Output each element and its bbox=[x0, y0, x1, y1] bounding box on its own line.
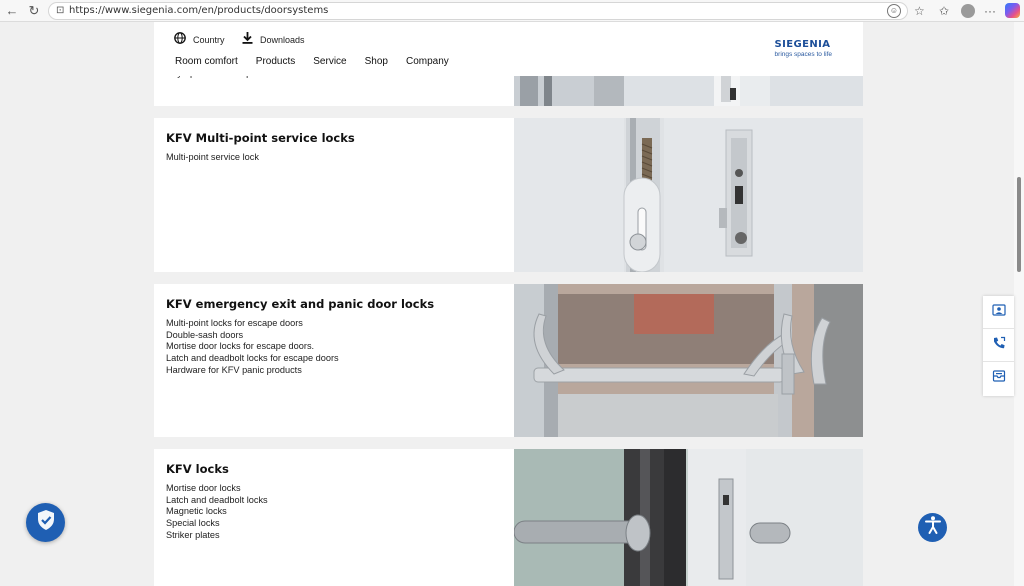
card-item[interactable]: Double-sash doors bbox=[166, 330, 506, 342]
phone-button[interactable] bbox=[983, 329, 1014, 362]
country-selector[interactable]: Country bbox=[174, 32, 225, 47]
shield-check-icon bbox=[36, 509, 56, 536]
card-item[interactable]: Magnetic locks bbox=[166, 506, 506, 518]
page-viewport: Key-operated multi-point locks Country bbox=[0, 22, 1014, 586]
product-card-multipoint-service-locks[interactable]: KFV Multi-point service locks Multi-poin… bbox=[154, 118, 863, 272]
card-item[interactable]: Hardware for KFV panic products bbox=[166, 365, 506, 377]
site-header: Country Downloads Room comfort Products … bbox=[154, 22, 863, 76]
main-navigation: Room comfort Products Service Shop Compa… bbox=[175, 56, 449, 67]
contact-card-button[interactable] bbox=[983, 296, 1014, 329]
back-icon[interactable]: ← bbox=[4, 3, 20, 19]
logo-tagline: brings spaces to life bbox=[774, 51, 832, 58]
favorite-icon[interactable]: ☆ bbox=[914, 3, 925, 19]
globe-icon bbox=[174, 32, 186, 47]
product-card-emergency-exit-panic-locks[interactable]: KFV emergency exit and panic door locks … bbox=[154, 284, 863, 437]
card-item[interactable]: Multi-point locks for escape doors bbox=[166, 318, 506, 330]
card-item[interactable]: Mortise door locks for escape doors. bbox=[166, 341, 506, 353]
card-title[interactable]: KFV locks bbox=[166, 462, 506, 476]
reload-icon[interactable]: ↻ bbox=[26, 3, 42, 19]
product-image-kfv-locks bbox=[514, 449, 863, 586]
card-title[interactable]: KFV emergency exit and panic door locks bbox=[166, 297, 506, 311]
page-scrollbar[interactable] bbox=[1014, 22, 1024, 586]
product-image-multipoint-service-locks bbox=[514, 118, 863, 272]
product-image-panic-bar bbox=[514, 284, 863, 437]
mail-button[interactable] bbox=[983, 362, 1014, 395]
reader-mode-icon[interactable]: ☺ bbox=[887, 4, 901, 18]
download-icon bbox=[242, 32, 253, 47]
card-item[interactable]: Latch and deadbolt locks bbox=[166, 495, 506, 507]
phone-icon bbox=[992, 336, 1006, 355]
downloads-label[interactable]: Downloads bbox=[260, 35, 305, 45]
card-item[interactable]: Striker plates bbox=[166, 530, 506, 542]
more-menu-icon[interactable]: ··· bbox=[984, 3, 996, 19]
card-item[interactable]: Multi-point service lock bbox=[166, 152, 506, 164]
card-item[interactable]: Special locks bbox=[166, 518, 506, 530]
address-bar[interactable]: ⊡ https://www.siegenia.com/en/products/d… bbox=[48, 2, 908, 20]
mail-icon bbox=[992, 369, 1006, 388]
nav-products[interactable]: Products bbox=[256, 56, 295, 67]
card-title[interactable]: KFV Multi-point service locks bbox=[166, 131, 506, 145]
logo-brand: SIEGENIA bbox=[774, 39, 831, 50]
copilot-icon[interactable] bbox=[1005, 3, 1020, 18]
product-card-kfv-locks[interactable]: KFV locks Mortise door locks Latch and d… bbox=[154, 449, 863, 586]
nav-service[interactable]: Service bbox=[313, 56, 346, 67]
accessibility-button[interactable] bbox=[918, 513, 947, 542]
lock-icon: ⊡ bbox=[56, 5, 65, 16]
card-item[interactable]: Latch and deadbolt locks for escape door… bbox=[166, 353, 506, 365]
nav-room-comfort[interactable]: Room comfort bbox=[175, 56, 238, 67]
collections-icon[interactable]: ✩ bbox=[939, 3, 949, 19]
siegenia-logo[interactable]: SIEGENIA brings spaces to life bbox=[775, 39, 832, 58]
accessibility-icon bbox=[923, 515, 943, 540]
contact-toolbar bbox=[983, 296, 1014, 396]
nav-company[interactable]: Company bbox=[406, 56, 449, 67]
country-label[interactable]: Country bbox=[193, 35, 225, 45]
scrollbar-thumb[interactable] bbox=[1017, 177, 1021, 272]
contact-card-icon bbox=[991, 303, 1006, 322]
card-item[interactable]: Mortise door locks bbox=[166, 483, 506, 495]
profile-avatar[interactable] bbox=[961, 4, 975, 18]
url-text[interactable]: https://www.siegenia.com/en/products/doo… bbox=[69, 5, 328, 16]
nav-shop[interactable]: Shop bbox=[365, 56, 388, 67]
downloads-link[interactable]: Downloads bbox=[242, 32, 305, 47]
browser-toolbar: ← ↻ ⊡ https://www.siegenia.com/en/produc… bbox=[0, 0, 1024, 22]
privacy-settings-button[interactable] bbox=[26, 503, 65, 542]
